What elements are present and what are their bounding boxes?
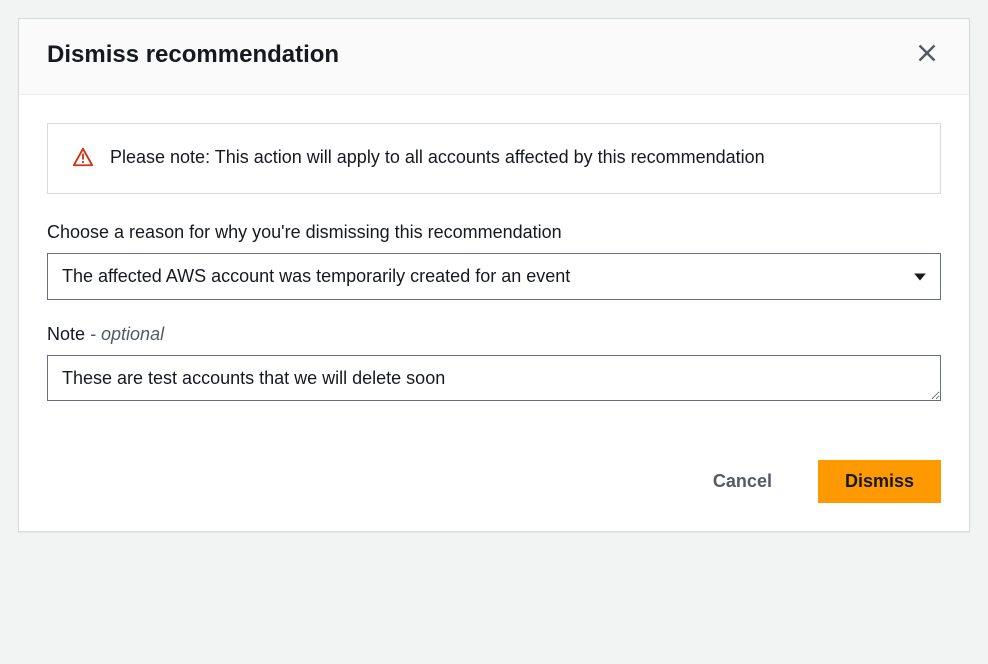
warning-alert: Please note: This action will apply to a… xyxy=(47,123,941,194)
note-label: Note - optional xyxy=(47,324,941,345)
warning-text: Please note: This action will apply to a… xyxy=(110,144,765,171)
reason-select[interactable]: The affected AWS account was temporarily… xyxy=(47,253,941,300)
reason-select-wrapper: The affected AWS account was temporarily… xyxy=(47,253,941,300)
modal-footer: Cancel Dismiss xyxy=(19,430,969,531)
warning-icon xyxy=(72,146,94,173)
modal-title: Dismiss recommendation xyxy=(47,41,339,69)
modal-body: Please note: This action will apply to a… xyxy=(19,95,969,406)
dismiss-recommendation-modal: Dismiss recommendation Please note: This… xyxy=(18,18,970,532)
modal-header: Dismiss recommendation xyxy=(19,19,969,95)
close-button[interactable] xyxy=(913,39,941,70)
note-form-group: Note - optional xyxy=(47,324,941,406)
reason-form-group: Choose a reason for why you're dismissin… xyxy=(47,222,941,300)
cancel-button[interactable]: Cancel xyxy=(687,461,798,502)
reason-label: Choose a reason for why you're dismissin… xyxy=(47,222,941,243)
note-label-text: Note xyxy=(47,324,85,344)
note-textarea[interactable] xyxy=(47,355,941,401)
note-label-optional: - optional xyxy=(85,324,164,344)
dismiss-button[interactable]: Dismiss xyxy=(818,460,941,503)
close-icon xyxy=(917,43,937,66)
